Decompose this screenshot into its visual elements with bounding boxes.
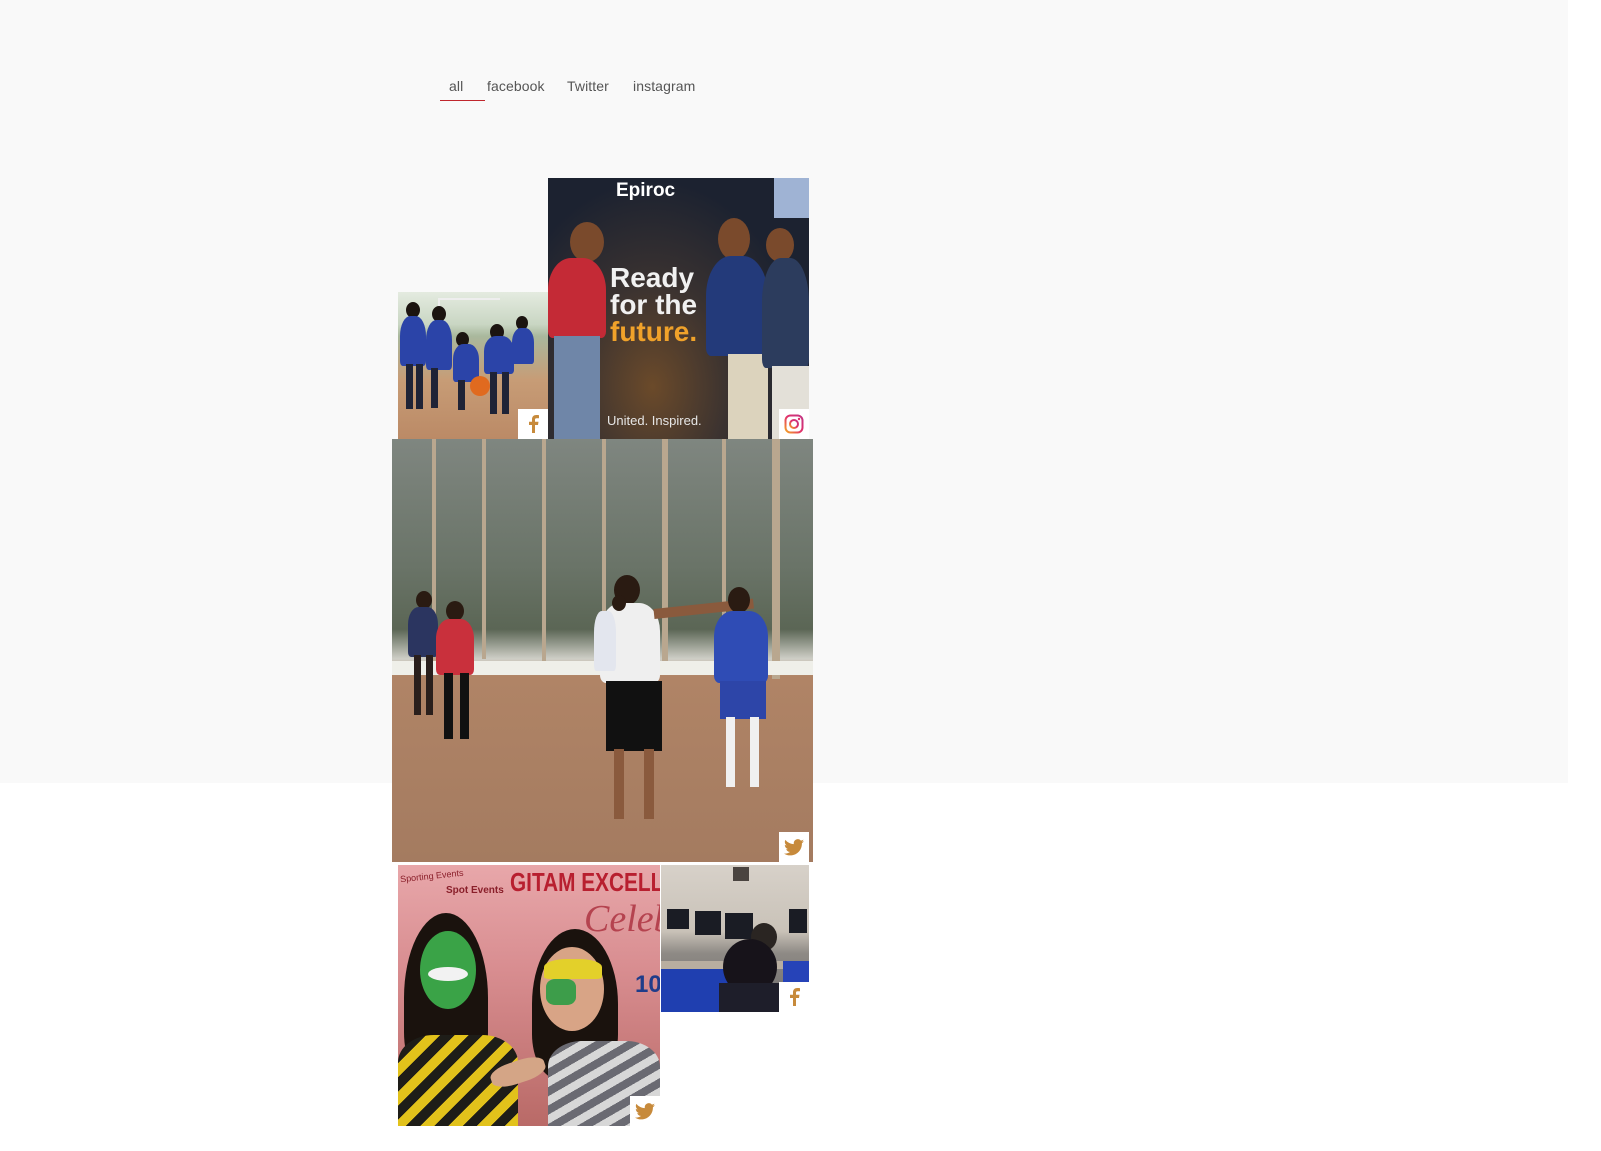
feed-item-twitter-football[interactable]: [392, 439, 813, 862]
instagram-badge[interactable]: [779, 409, 809, 439]
tab-instagram[interactable]: instagram: [633, 78, 695, 94]
photo-epiroc-event: Epiroc Ready for the future. United. Ins…: [548, 178, 809, 439]
facebook-badge[interactable]: [518, 409, 548, 439]
active-tab-indicator: [440, 100, 485, 101]
banner-spot-events: Spot Events: [446, 885, 504, 896]
feed-item-twitter-gitam[interactable]: Sporting Events Spot Events GITAM EXCELL…: [398, 865, 660, 1126]
feed-item-facebook-basketball[interactable]: [398, 292, 548, 439]
poster-tagline: United. Inspired.: [607, 413, 702, 428]
facebook-badge[interactable]: [779, 982, 809, 1012]
tab-all[interactable]: all: [449, 78, 463, 94]
tab-facebook[interactable]: facebook: [487, 78, 545, 94]
banner-title: GITAM EXCELL: [510, 867, 660, 897]
twitter-badge[interactable]: [630, 1096, 660, 1126]
social-feed-page: all facebook Twitter instagram Epiroc Re…: [0, 0, 1601, 1151]
banner-sporting-events: Sporting Events: [399, 867, 464, 885]
twitter-icon: [635, 1102, 655, 1119]
facebook-icon: [790, 988, 800, 1006]
epiroc-brand: Epiroc: [616, 180, 676, 201]
twitter-badge[interactable]: [779, 832, 809, 862]
feed-item-instagram-epiroc[interactable]: Epiroc Ready for the future. United. Ins…: [548, 178, 809, 439]
feed-item-facebook-lab[interactable]: [661, 865, 809, 1012]
banner-number: 10: [635, 971, 660, 998]
banner-script: Celebr: [584, 898, 660, 940]
twitter-icon: [784, 838, 804, 855]
facebook-icon: [529, 415, 539, 433]
instagram-icon: [784, 414, 804, 434]
tab-twitter[interactable]: Twitter: [567, 78, 609, 94]
